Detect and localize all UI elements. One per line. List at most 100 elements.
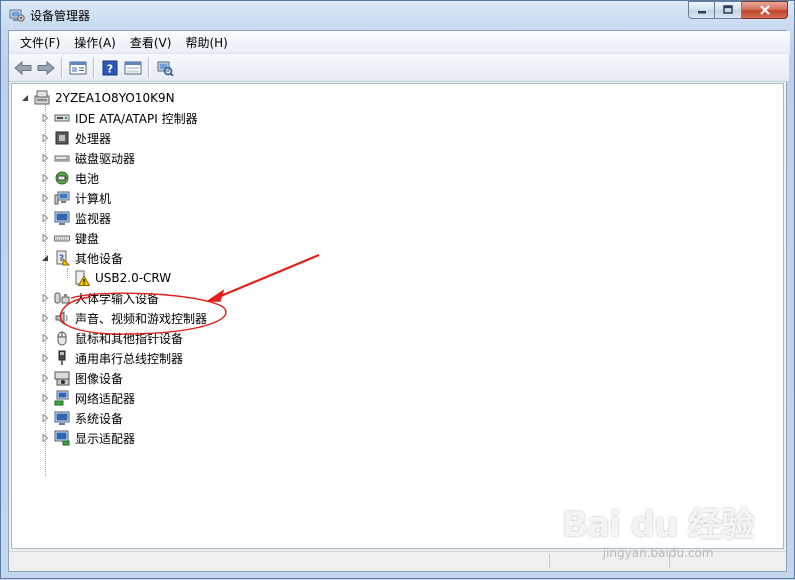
baidu-watermark: Bai du 经验 jingyan.baidu.com (562, 497, 755, 560)
tree-item-hid[interactable]: 人体学输入设备 (40, 288, 159, 308)
network-icon (54, 390, 70, 406)
toolbar-separator (61, 57, 62, 78)
tree-item-label: 声音、视频和游戏控制器 (75, 311, 208, 326)
expand-arrow-icon[interactable] (40, 333, 50, 343)
keyboard-icon (54, 230, 70, 246)
disk-drive-icon (54, 150, 70, 166)
expand-arrow-icon[interactable] (40, 193, 50, 203)
expand-arrow-icon[interactable] (40, 153, 50, 163)
computer-icon (54, 190, 70, 206)
monitor-icon (54, 210, 70, 226)
scan-hardware-button[interactable] (154, 57, 175, 78)
tree-item-label: 监视器 (75, 211, 112, 226)
expand-arrow-icon[interactable] (40, 233, 50, 243)
tree-item-label: 电池 (75, 171, 100, 186)
toolbar-separator (148, 57, 149, 78)
expand-arrow-icon[interactable] (40, 433, 50, 443)
toolbar: ? (9, 54, 789, 82)
window-controls (688, 1, 788, 20)
properties-icon (69, 61, 86, 74)
device-manager-window: 设备管理器 文件(F) 操作(A) 查看(V) 帮助(H) ? 2YZEA1O8… (0, 0, 795, 579)
expand-arrow-icon[interactable] (40, 393, 50, 403)
computer-root-icon (34, 90, 50, 106)
mouse-icon (54, 330, 70, 346)
help-button[interactable]: ? (99, 57, 120, 78)
title-bar[interactable]: 设备管理器 (1, 1, 794, 29)
tree-item-battery[interactable]: 电池 (40, 168, 99, 188)
tree-item-sound-video-game[interactable]: 声音、视频和游戏控制器 (40, 308, 207, 328)
tree-item-label: 网络适配器 (75, 391, 136, 406)
ide-controller-icon (54, 110, 70, 126)
tree-item-label: 显示适配器 (75, 431, 136, 446)
tree-root-label: 2YZEA1O8YO10K9N (55, 91, 175, 105)
expand-arrow-icon[interactable] (40, 313, 50, 323)
close-button[interactable] (742, 1, 788, 19)
close-icon (759, 5, 770, 15)
show-hidden-icon (124, 61, 141, 74)
svg-text:?: ? (106, 62, 112, 75)
expand-arrow-icon[interactable] (40, 293, 50, 303)
tree-item-label: 其他设备 (75, 251, 124, 266)
display-adapter-icon (54, 430, 70, 446)
minimize-icon (697, 11, 706, 14)
tree-item-computer[interactable]: 计算机 (40, 188, 111, 208)
tree-item-processor[interactable]: 处理器 (40, 128, 111, 148)
tree-item-label: 处理器 (75, 131, 112, 146)
status-bar-divider (549, 554, 550, 568)
window-title: 设备管理器 (30, 9, 91, 23)
expand-arrow-icon[interactable] (40, 373, 50, 383)
tree-item-system-devices[interactable]: 系统设备 (40, 408, 123, 428)
show-hidden-button[interactable] (122, 57, 143, 78)
menu-view[interactable]: 查看(V) (123, 32, 179, 53)
tree-root-node[interactable]: 2YZEA1O8YO10K9N (20, 88, 175, 108)
tree-item-ide[interactable]: IDE ATA/ATAPI 控制器 (40, 108, 198, 128)
menu-bar: 文件(F) 操作(A) 查看(V) 帮助(H) (9, 31, 790, 54)
tree-item-label: 鼠标和其他指针设备 (75, 331, 184, 346)
sound-icon (54, 310, 70, 326)
back-button[interactable] (12, 57, 33, 78)
other-devices-icon: ? (54, 250, 70, 266)
menu-action[interactable]: 操作(A) (67, 32, 123, 53)
system-device-icon (54, 410, 70, 426)
expand-arrow-icon[interactable] (40, 413, 50, 423)
tree-item-imaging[interactable]: 图像设备 (40, 368, 123, 388)
maximize-button[interactable] (715, 1, 742, 19)
menu-file[interactable]: 文件(F) (13, 32, 67, 53)
tree-item-keyboard[interactable]: 键盘 (40, 228, 99, 248)
battery-icon (54, 170, 70, 186)
maximize-icon (723, 5, 733, 14)
tree-item-mouse[interactable]: 鼠标和其他指针设备 (40, 328, 183, 348)
tree-item-display-adapters[interactable]: 显示适配器 (40, 428, 135, 448)
expand-arrow-icon[interactable] (40, 113, 50, 123)
forward-button[interactable] (35, 57, 56, 78)
tree-item-other-devices[interactable]: ? 其他设备 (40, 248, 123, 268)
tree-item-label: USB2.0-CRW (95, 271, 172, 285)
menu-help[interactable]: 帮助(H) (178, 32, 234, 53)
collapse-arrow-icon[interactable] (40, 253, 50, 263)
watermark-logo: Bai du 经验 (562, 505, 755, 545)
tree-item-usb-crw[interactable]: USB2.0-CRW (74, 268, 171, 288)
expand-arrow-icon[interactable] (40, 213, 50, 223)
toolbar-separator (93, 57, 94, 78)
tree-item-monitor[interactable]: 监视器 (40, 208, 111, 228)
properties-button[interactable] (67, 57, 88, 78)
tree-item-network[interactable]: 网络适配器 (40, 388, 135, 408)
expand-arrow-icon[interactable] (40, 133, 50, 143)
hid-icon (54, 290, 70, 306)
tree-item-usb-controllers[interactable]: 通用串行总线控制器 (40, 348, 183, 368)
expand-arrow-icon[interactable] (40, 353, 50, 363)
tree-item-label: IDE ATA/ATAPI 控制器 (75, 111, 198, 126)
tree-item-label: 图像设备 (75, 371, 124, 386)
tree-item-label: 计算机 (75, 191, 112, 206)
collapse-arrow-icon[interactable] (20, 93, 30, 103)
help-icon: ? (102, 60, 117, 75)
tree-item-label: 人体学输入设备 (75, 291, 160, 306)
forward-icon (37, 60, 55, 75)
minimize-button[interactable] (688, 1, 715, 19)
expand-arrow-icon[interactable] (40, 173, 50, 183)
tree-item-disk-drive[interactable]: 磁盘驱动器 (40, 148, 135, 168)
device-tree[interactable]: 2YZEA1O8YO10K9N IDE ATA/ATAPI 控制器 处理器 磁盘… (11, 83, 784, 549)
tree-item-label: 磁盘驱动器 (75, 151, 136, 166)
watermark-url: jingyan.baidu.com (602, 546, 714, 560)
processor-icon (54, 130, 70, 146)
